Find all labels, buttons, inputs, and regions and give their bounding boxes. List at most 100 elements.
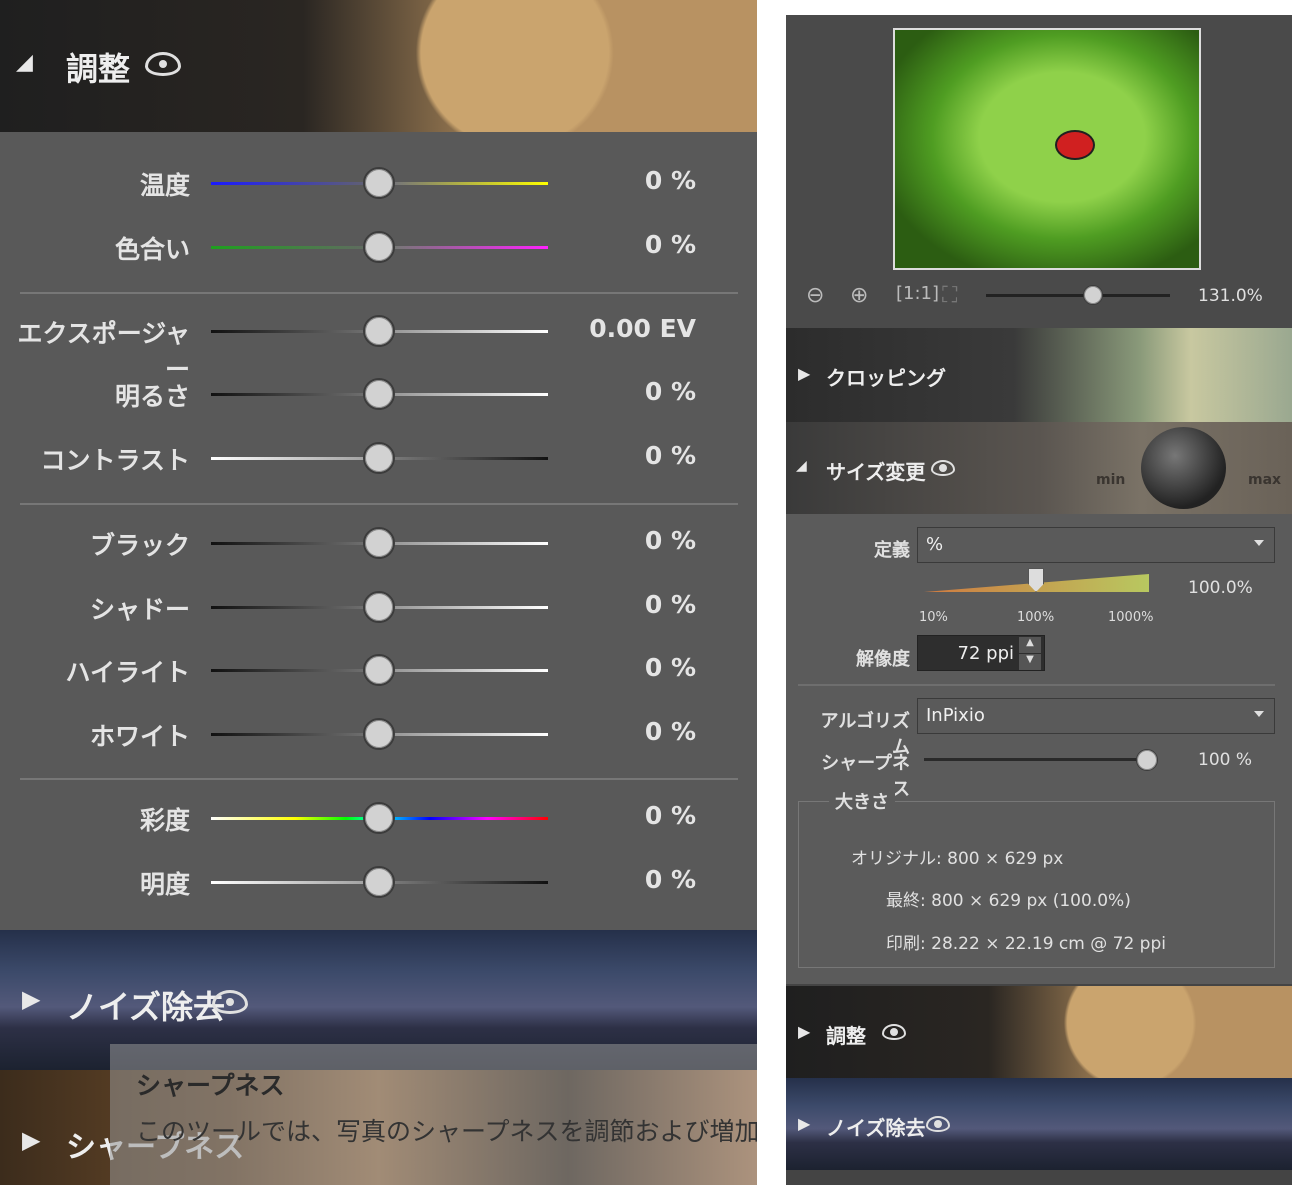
adjust-section-header[interactable]: ▶ 調整 <box>786 986 1292 1078</box>
max-label: max <box>1248 472 1282 488</box>
chevron-down-icon <box>1254 711 1264 717</box>
eye-icon[interactable] <box>882 1024 906 1040</box>
slider-value: 0 % <box>644 865 696 894</box>
divider <box>20 778 738 780</box>
original-size: オリジナル: 800 × 629 px <box>851 849 1064 869</box>
tick-label: 100% <box>1017 610 1055 625</box>
slider-knob[interactable] <box>363 315 395 347</box>
eye-icon[interactable] <box>931 460 955 476</box>
slider-knob[interactable] <box>363 718 395 750</box>
resize-controls: 定義 % 100.0% 10% 100% 1000% 解像度 72 ppi ▲ … <box>786 514 1292 984</box>
ladybug-image <box>1055 130 1095 160</box>
zoom-slider-knob[interactable] <box>1082 285 1103 305</box>
collapsed-arrow-icon[interactable]: ▶ <box>798 1022 810 1041</box>
crop-section-header[interactable]: ▶ クロッピング <box>786 328 1292 422</box>
slider-value: 0 % <box>644 653 696 682</box>
slider-knob[interactable] <box>363 527 395 559</box>
slider-knob[interactable] <box>363 378 395 410</box>
min-label: min <box>1096 472 1126 488</box>
divider <box>798 684 1275 686</box>
tooltip: シャープネス このツールでは、写真のシャープネスを調節および増加させま <box>110 1044 757 1185</box>
resolution-label: 解像度 <box>856 649 910 670</box>
divider <box>20 503 738 505</box>
slider-label: 色合い <box>114 235 190 264</box>
slider-value: 0 % <box>644 441 696 470</box>
preview-area: ⊖ ⊕ [1:1] ⛶ 131.0% <box>786 15 1292 328</box>
slider-label: ハイライト <box>65 658 190 687</box>
collapsed-arrow-icon[interactable]: ▶ <box>22 1126 40 1154</box>
size-group: 大きさ オリジナル: 800 × 629 px 最終: 800 × 629 px… <box>798 788 1275 968</box>
preview-image[interactable] <box>893 28 1201 270</box>
slider-label: エクスポージャー <box>17 319 190 384</box>
tick-label: 1000% <box>1108 610 1154 625</box>
slider-value: 0 % <box>644 166 696 195</box>
resolution-field[interactable]: 72 ppi ▲ ▼ <box>917 635 1045 671</box>
slider-value: 0 % <box>644 590 696 619</box>
collapsed-arrow-icon[interactable]: ▶ <box>22 985 40 1013</box>
fit-icon[interactable]: ⛶ <box>942 283 957 308</box>
noise-section-header[interactable]: ▶ ノイズ除去 <box>786 1078 1292 1170</box>
slider-label: ブラック <box>89 531 190 560</box>
expand-arrow-icon[interactable]: ◢ <box>16 50 33 75</box>
algorithm-value: InPixio <box>926 705 985 726</box>
slider-value: 0 % <box>644 801 696 830</box>
slider-knob[interactable] <box>363 866 395 898</box>
definition-label: 定義 <box>874 540 910 561</box>
definition-value: % <box>926 534 944 555</box>
slider-knob[interactable] <box>363 654 395 686</box>
tooltip-text: このツールでは、写真のシャープネスを調節および増加させま <box>136 1117 757 1146</box>
slider-label: 明度 <box>139 870 190 899</box>
size-legend: 大きさ <box>829 788 895 814</box>
actual-size-icon[interactable]: [1:1] <box>896 283 939 304</box>
slider-value: 0 % <box>644 377 696 406</box>
zoom-in-icon[interactable]: ⊕ <box>850 283 868 308</box>
sharpness-slider[interactable] <box>924 758 1148 761</box>
crop-title: クロッピング <box>826 366 946 390</box>
eye-icon[interactable] <box>145 52 181 76</box>
slider-label: ホワイト <box>89 722 190 751</box>
divider <box>20 292 738 294</box>
slider-label: シャドー <box>89 595 190 624</box>
adjust-title: 調整 <box>826 1024 866 1048</box>
print-size: 印刷: 28.22 × 22.19 cm @ 72 ppi <box>886 934 1166 954</box>
expand-arrow-icon[interactable]: ◢ <box>796 458 807 474</box>
slider-label: 温度 <box>139 171 190 200</box>
size-knob-image <box>1141 427 1226 509</box>
collapsed-arrow-icon[interactable]: ▶ <box>798 1114 810 1133</box>
sharpness-slider-knob[interactable] <box>1136 749 1158 771</box>
slider-label: 明るさ <box>114 382 190 411</box>
slider-label: 彩度 <box>139 806 190 835</box>
slider-value: 0 % <box>644 230 696 259</box>
slider-knob[interactable] <box>363 167 395 199</box>
noise-title: ノイズ除去 <box>66 988 226 1026</box>
slider-knob[interactable] <box>363 231 395 263</box>
eye-icon[interactable] <box>212 990 248 1014</box>
collapsed-arrow-icon[interactable]: ▶ <box>798 364 810 383</box>
zoom-out-icon[interactable]: ⊖ <box>806 283 824 308</box>
slider-knob[interactable] <box>363 802 395 834</box>
slider-knob[interactable] <box>363 591 395 623</box>
decrement-icon[interactable]: ▼ <box>1019 654 1041 670</box>
definition-dropdown[interactable]: % <box>917 527 1275 563</box>
tick-label: 10% <box>919 610 948 625</box>
slider-label: コントラスト <box>40 446 190 475</box>
noise-title: ノイズ除去 <box>826 1116 926 1140</box>
increment-icon[interactable]: ▲ <box>1019 637 1041 653</box>
zoom-slider[interactable] <box>986 294 1170 297</box>
slider-knob[interactable] <box>363 442 395 474</box>
resize-title: サイズ変更 <box>826 460 926 484</box>
final-size: 最終: 800 × 629 px (100.0%) <box>886 891 1131 911</box>
resolution-value: 72 ppi <box>957 643 1014 664</box>
left-panel: ◢ 調整 温度 0 % 色合い 0 % エクスポージャー 0.00 EV 明るさ 0 % コント… <box>0 0 757 1185</box>
resize-section-header[interactable]: ◢ サイズ変更 min max <box>786 422 1292 514</box>
adjust-section-header[interactable]: ◢ 調整 <box>0 0 757 132</box>
chevron-down-icon <box>1254 540 1264 546</box>
tooltip-title: シャープネス <box>136 1071 285 1100</box>
slider-value: 0.00 EV <box>589 314 696 343</box>
sharpness-value: 100 % <box>1198 750 1253 770</box>
scale-value: 100.0% <box>1188 578 1253 598</box>
algorithm-dropdown[interactable]: InPixio <box>917 698 1275 734</box>
right-panel: ⊖ ⊕ [1:1] ⛶ 131.0% ▶ クロッピング ◢ サイズ変更 min … <box>786 15 1292 1185</box>
adjust-title: 調整 <box>66 50 131 88</box>
eye-icon[interactable] <box>926 1116 950 1132</box>
